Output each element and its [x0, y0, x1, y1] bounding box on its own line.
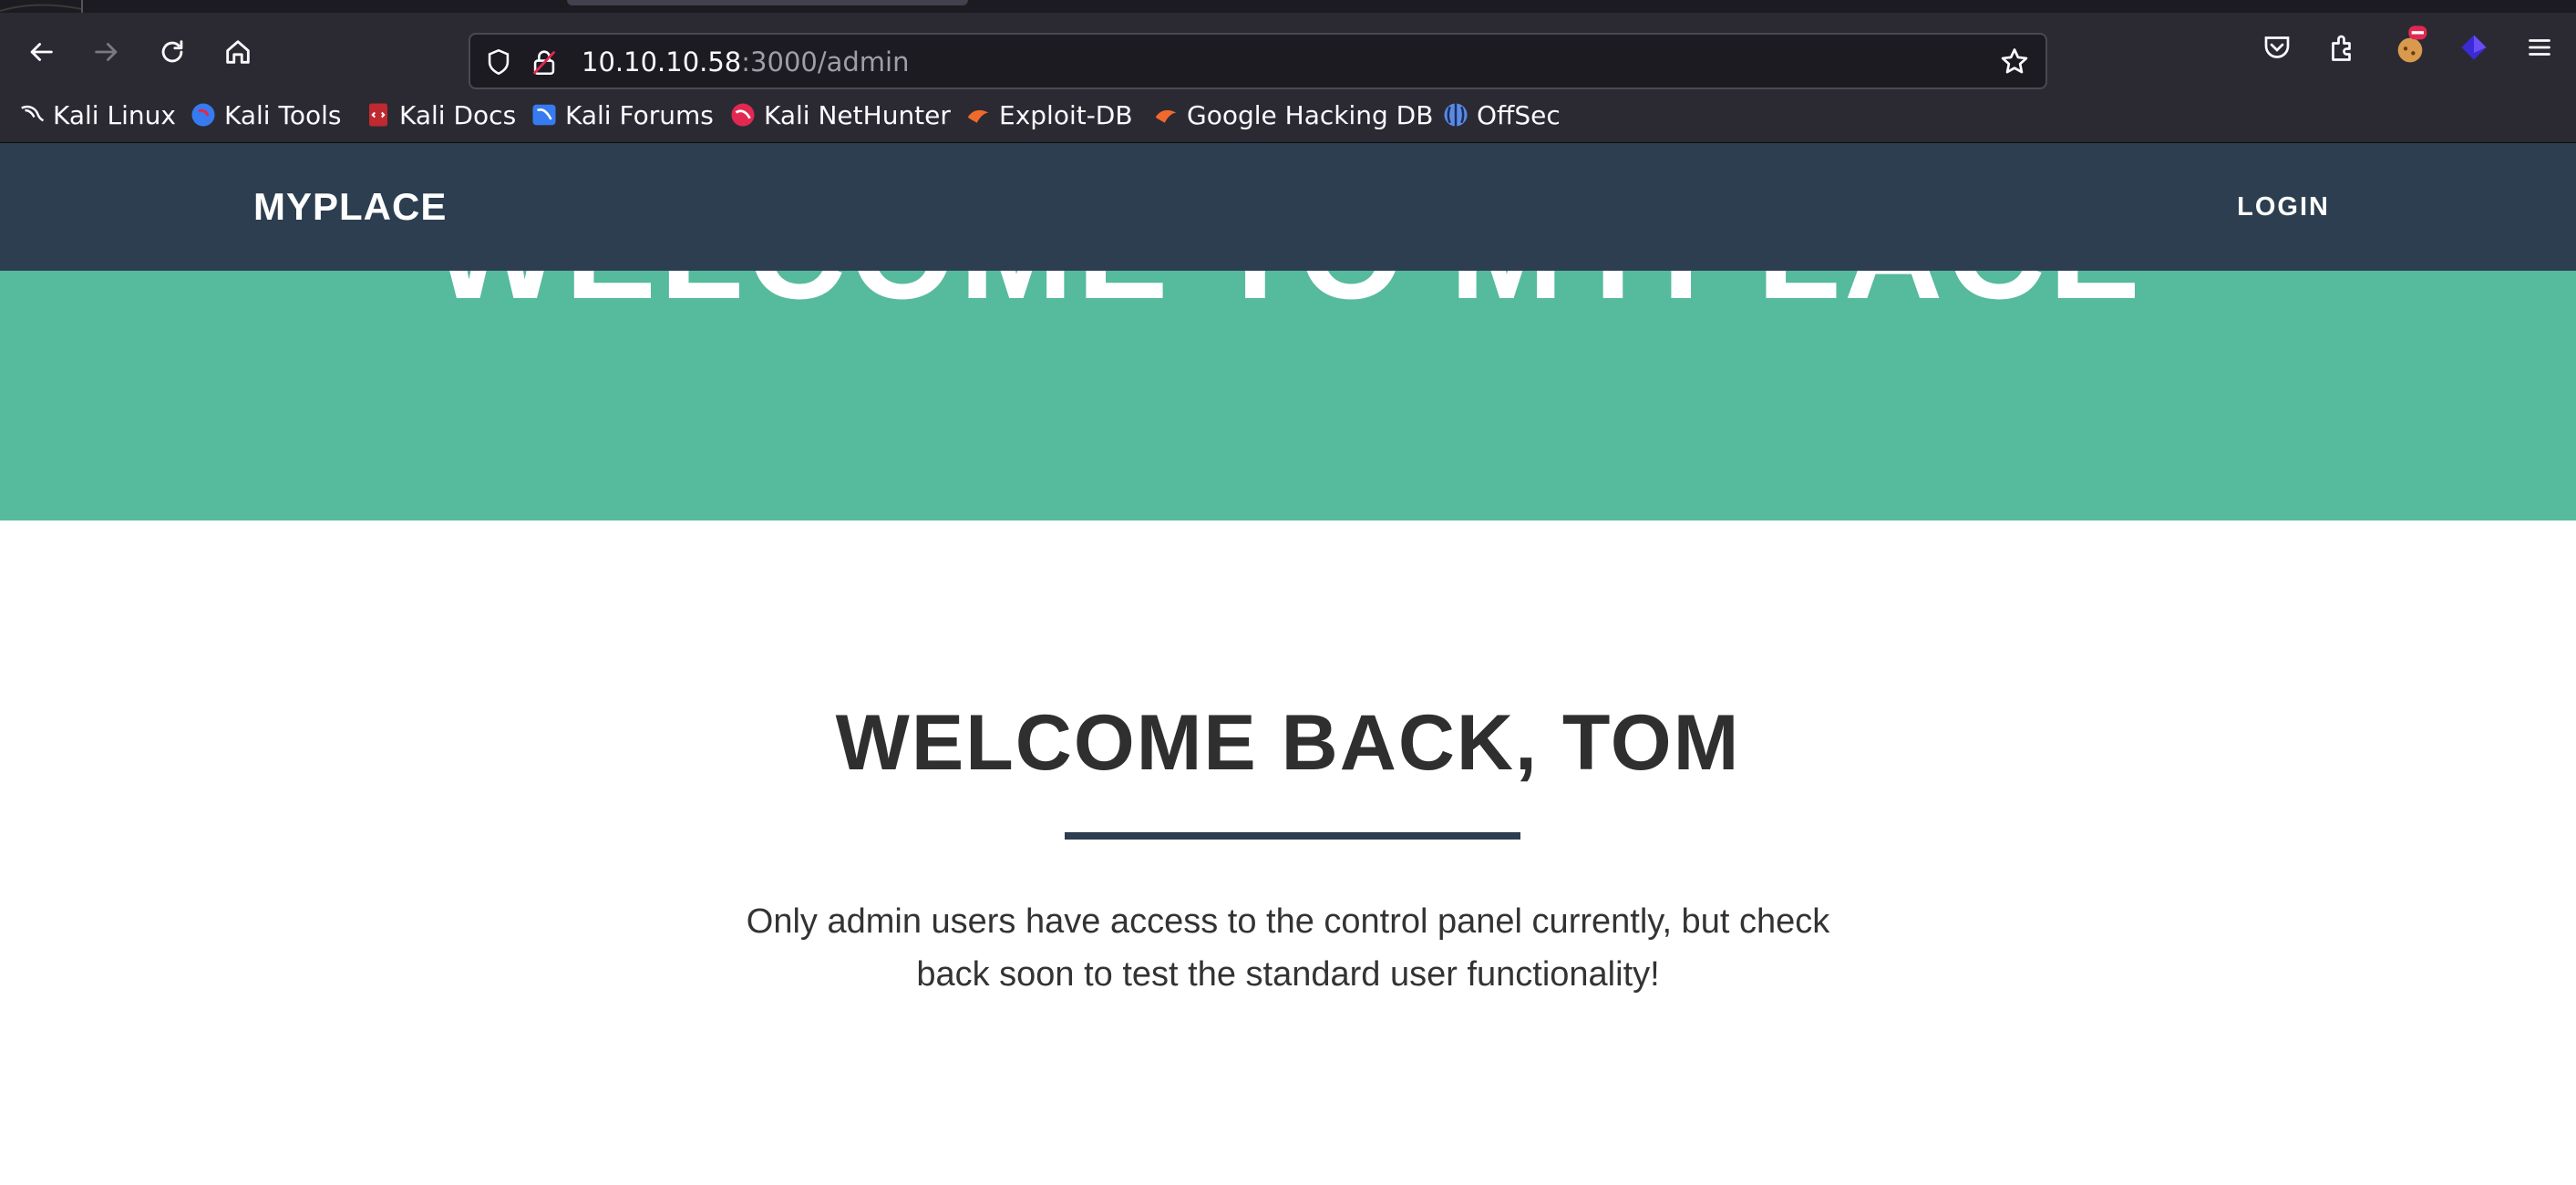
welcome-heading: WELCOME BACK, TOM — [835, 699, 1741, 787]
offsec-icon — [1444, 103, 1468, 127]
url-host: 10.10.10.58 — [582, 46, 742, 77]
active-tab[interactable] — [567, 0, 968, 5]
insecure-lock-icon[interactable] — [529, 46, 560, 77]
purple-extension-icon[interactable] — [2458, 31, 2490, 64]
bookmark-label: Kali Docs — [399, 99, 517, 130]
bookmark-star-icon[interactable] — [1998, 46, 2031, 78]
bookmark-kali-nethunter[interactable]: Kali NetHunter — [729, 97, 951, 133]
bookmark-label: Kali Tools — [224, 99, 342, 130]
site-header: MYPLACE LOGIN — [0, 143, 2576, 271]
forward-arrow-icon — [95, 43, 118, 61]
hero-title: WELCOME TO MYPLACE — [0, 271, 2576, 330]
address-bar[interactable]: 10.10.10.58:3000/admin — [469, 33, 2047, 89]
bookmark-label: OffSec — [1477, 99, 1561, 130]
reload-button[interactable] — [151, 31, 193, 73]
welcome-message: Only admin users have access to the cont… — [746, 902, 1830, 994]
cookie-extension-icon[interactable] — [2392, 26, 2428, 66]
pocket-icon[interactable] — [2261, 31, 2293, 64]
home-button[interactable] — [217, 31, 259, 73]
bookmark-offsec[interactable]: OffSec — [1442, 97, 1561, 133]
bookmark-kali-tools[interactable]: Kali Tools — [190, 97, 341, 133]
google-hacking-db-icon — [1155, 109, 1177, 123]
forward-button[interactable] — [86, 31, 128, 73]
bookmark-exploit-db[interactable]: Exploit-DB — [964, 97, 1133, 133]
home-icon — [226, 40, 250, 64]
reload-icon — [161, 40, 183, 63]
login-link[interactable]: LOGIN — [2237, 192, 2330, 222]
bookmark-kali-forums[interactable]: Kali Forums — [531, 97, 714, 133]
kali-nethunter-icon — [731, 103, 755, 127]
tracking-protection-shield-icon[interactable] — [483, 46, 514, 77]
bookmark-label: Kali Linux — [53, 99, 176, 130]
url-path: :3000/admin — [741, 46, 910, 77]
url-text[interactable]: 10.10.10.58:3000/admin — [582, 46, 909, 78]
kali-tools-icon — [191, 103, 215, 127]
navigation-toolbar: 10.10.10.58:3000/admin — [0, 13, 2576, 89]
back-arrow-icon — [30, 43, 53, 61]
exploit-db-icon — [967, 109, 989, 123]
bookmark-label: Kali Forums — [565, 99, 714, 130]
kali-dragon-icon — [21, 105, 45, 122]
bookmark-label: Kali NetHunter — [764, 99, 951, 130]
bookmark-kali-docs[interactable]: Kali Docs — [365, 97, 516, 133]
tab-strip — [0, 0, 2576, 13]
bookmarks-toolbar: Kali Linux Kali Tools Kali Docs Kali For… — [0, 89, 2576, 143]
bookmark-label: Exploit-DB — [999, 99, 1133, 130]
bookmark-label: Google Hacking DB — [1187, 99, 1434, 130]
extensions-icon[interactable] — [2326, 31, 2359, 64]
kali-forums-icon — [532, 104, 556, 126]
kali-docs-icon — [369, 103, 387, 127]
bookmark-google-hacking-db[interactable]: Google Hacking DB — [1152, 97, 1433, 133]
desktop-wallpaper-fragment — [0, 0, 83, 13]
back-button[interactable] — [20, 31, 62, 73]
heading-divider — [1065, 832, 1520, 840]
bookmark-kali-linux[interactable]: Kali Linux — [18, 97, 176, 133]
hamburger-menu-icon[interactable] — [2523, 31, 2556, 64]
site-brand[interactable]: MYPLACE — [253, 185, 447, 229]
hero-banner: WELCOME TO MYPLACE — [0, 271, 2576, 520]
